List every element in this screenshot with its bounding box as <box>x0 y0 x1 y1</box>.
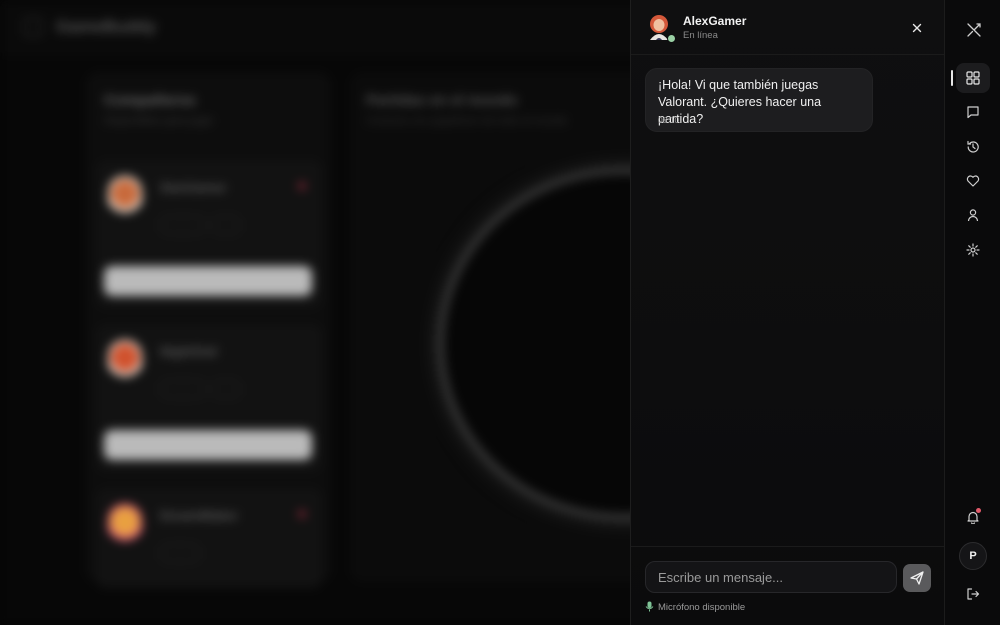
companion-name: DreamMaker <box>160 508 239 523</box>
microphone-icon <box>645 601 654 612</box>
right-sidebar: P <box>944 0 1000 625</box>
world-title: Partidas en el mundo <box>366 92 518 109</box>
avatar <box>108 340 142 384</box>
logo-x-icon <box>967 23 981 37</box>
logout-button[interactable] <box>956 579 990 609</box>
send-button[interactable] <box>903 564 931 592</box>
history-icon <box>967 140 979 153</box>
companion-card: DreamMaker <box>96 488 322 588</box>
companions-subtitle: Disponibles para jugar <box>104 115 214 127</box>
message-icon <box>967 106 979 119</box>
companion-card: NightOwl <box>96 324 322 472</box>
contact-name: AlexGamer <box>683 14 747 28</box>
message-bubble: ¡Hola! Vi que también juegas Valorant. ¿… <box>645 68 873 132</box>
avatar <box>108 504 142 548</box>
companions-title: Compañeros <box>104 92 196 109</box>
close-chat-button[interactable] <box>907 18 927 38</box>
heart-icon <box>966 175 980 187</box>
message-input[interactable] <box>645 561 897 593</box>
close-icon <box>912 23 922 33</box>
status-dot <box>298 182 306 190</box>
sidebar-item-favorites[interactable] <box>956 166 990 196</box>
notification-badge <box>976 508 981 513</box>
sidebar-item-settings[interactable] <box>956 235 990 265</box>
back-icon <box>24 18 42 36</box>
contact-status: En línea <box>683 30 718 41</box>
profile-avatar-button[interactable]: P <box>959 542 987 570</box>
user-icon <box>967 209 979 222</box>
connect-button <box>104 430 312 460</box>
message-text: ¡Hola! Vi que también juegas Valorant. ¿… <box>658 78 822 126</box>
avatar <box>108 176 142 220</box>
app-title: GameBuddy <box>56 17 157 36</box>
mic-status: Micrófono disponible <box>645 601 745 613</box>
companion-name: StarGamer <box>160 180 227 195</box>
dashboard-grid-icon <box>966 71 980 85</box>
sidebar-item-profile[interactable] <box>956 200 990 230</box>
game-tag <box>160 544 200 562</box>
send-icon <box>910 571 924 585</box>
logo-button[interactable] <box>956 14 990 44</box>
connect-button <box>104 266 312 296</box>
chat-composer: Micrófono disponible <box>631 546 945 625</box>
sidebar-item-messages[interactable] <box>956 97 990 127</box>
game-tag <box>212 216 240 234</box>
message-time: 08:10 <box>658 115 680 125</box>
sidebar-item-history[interactable] <box>956 132 990 162</box>
mic-status-text: Micrófono disponible <box>658 602 746 613</box>
online-status-dot <box>667 34 676 43</box>
companion-name: NightOwl <box>160 344 218 359</box>
gear-icon <box>966 243 980 257</box>
status-dot <box>298 510 306 518</box>
chat-panel: AlexGamer En línea ¡Hola! Vi que también… <box>630 0 945 625</box>
game-tag <box>160 216 206 234</box>
world-subtitle: Conecta con jugadores de todo el mundo <box>366 115 568 127</box>
chat-header: AlexGamer En línea <box>631 0 945 55</box>
game-tag <box>212 380 240 398</box>
companion-card: StarGamer <box>96 160 322 308</box>
notifications-button[interactable] <box>956 502 990 532</box>
game-tag <box>160 380 206 398</box>
logout-icon <box>967 588 980 600</box>
sidebar-item-dashboard[interactable] <box>956 63 990 93</box>
active-indicator <box>951 70 953 86</box>
